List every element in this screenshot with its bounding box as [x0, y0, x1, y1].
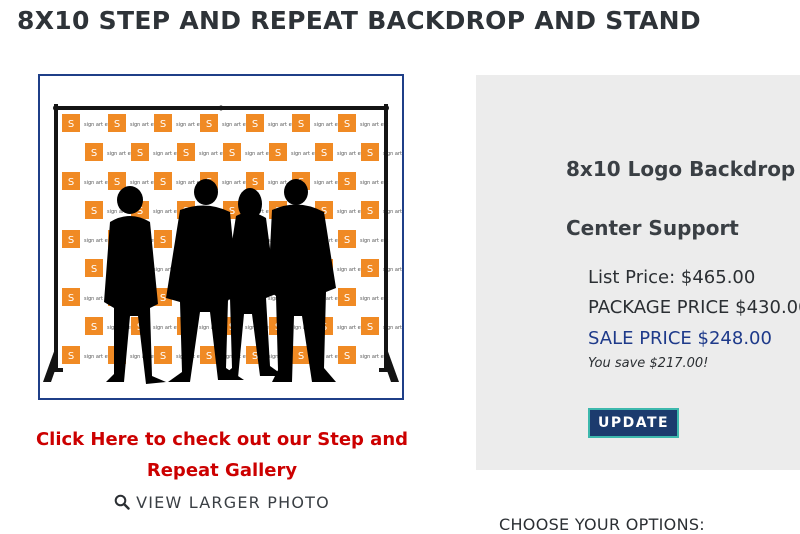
logo-mark: S	[344, 177, 350, 188]
logo-mark: S	[252, 177, 258, 188]
logo-mark: S	[68, 351, 74, 362]
logo-mark: S	[229, 148, 235, 159]
logo-mark: S	[91, 264, 97, 275]
logo-mark: S	[160, 235, 166, 246]
options-heading: CHOOSE YOUR OPTIONS:	[499, 515, 705, 534]
logo-mark: S	[252, 119, 258, 130]
logo-mark: S	[68, 293, 74, 304]
logo-mark: S	[367, 322, 373, 333]
logo-mark: S	[275, 148, 281, 159]
search-icon	[114, 494, 130, 510]
gallery-link[interactable]: Click Here to check out our Step and Rep…	[30, 424, 414, 486]
logo-mark: S	[206, 119, 212, 130]
logo-mark: S	[344, 119, 350, 130]
logo-mark: S	[137, 148, 143, 159]
gallery-link-line1[interactable]: Click Here to check out our Step and	[30, 424, 414, 455]
view-larger-label[interactable]: VIEW LARGER PHOTO	[136, 493, 330, 512]
logo-mark: S	[91, 148, 97, 159]
logo-mark: S	[160, 177, 166, 188]
gallery-link-line2[interactable]: Repeat Gallery	[30, 455, 414, 486]
backdrop-image: Ssign art etc Ssign art etc Ssign art etc S…	[40, 76, 402, 398]
logo-mark: S	[321, 148, 327, 159]
logo-mark: S	[367, 264, 373, 275]
logo-mark: S	[160, 351, 166, 362]
logo-mark: S	[344, 351, 350, 362]
logo-mark: S	[298, 351, 304, 362]
logo-mark: S	[68, 119, 74, 130]
product-photo[interactable]: Ssign art etc Ssign art etc Ssign art etc S…	[38, 74, 404, 400]
view-larger-photo-link[interactable]: VIEW LARGER PHOTO	[30, 493, 414, 512]
logo-mark: S	[114, 177, 120, 188]
logo-mark: S	[68, 235, 74, 246]
logo-mark: S	[206, 351, 212, 362]
update-button[interactable]: UPDATE	[588, 408, 680, 438]
logo-mark: S	[298, 119, 304, 130]
logo-mark: S	[160, 293, 166, 304]
product-subname: Center Support	[566, 216, 739, 240]
logo-mark: S	[68, 177, 74, 188]
logo-mark: S	[344, 235, 350, 246]
logo-mark: S	[183, 148, 189, 159]
sale-price: SALE PRICE $248.00	[588, 328, 772, 349]
logo-mark: S	[367, 206, 373, 217]
logo-mark: S	[367, 148, 373, 159]
list-price: List Price: $465.00	[588, 267, 756, 288]
product-name: 8x10 Logo Backdrop & S	[566, 157, 800, 181]
logo-mark: S	[114, 119, 120, 130]
logo-mark: S	[91, 206, 97, 217]
price-panel: 8x10 Logo Backdrop & S Center Support Li…	[476, 75, 800, 470]
page-title: 8X10 STEP AND REPEAT BACKDROP AND STAND	[17, 6, 701, 35]
logo-mark: S	[91, 322, 97, 333]
you-save-text: You save $217.00!	[588, 356, 709, 371]
package-price: PACKAGE PRICE $430.00	[588, 297, 800, 318]
logo-mark: S	[160, 119, 166, 130]
logo-mark: S	[344, 293, 350, 304]
